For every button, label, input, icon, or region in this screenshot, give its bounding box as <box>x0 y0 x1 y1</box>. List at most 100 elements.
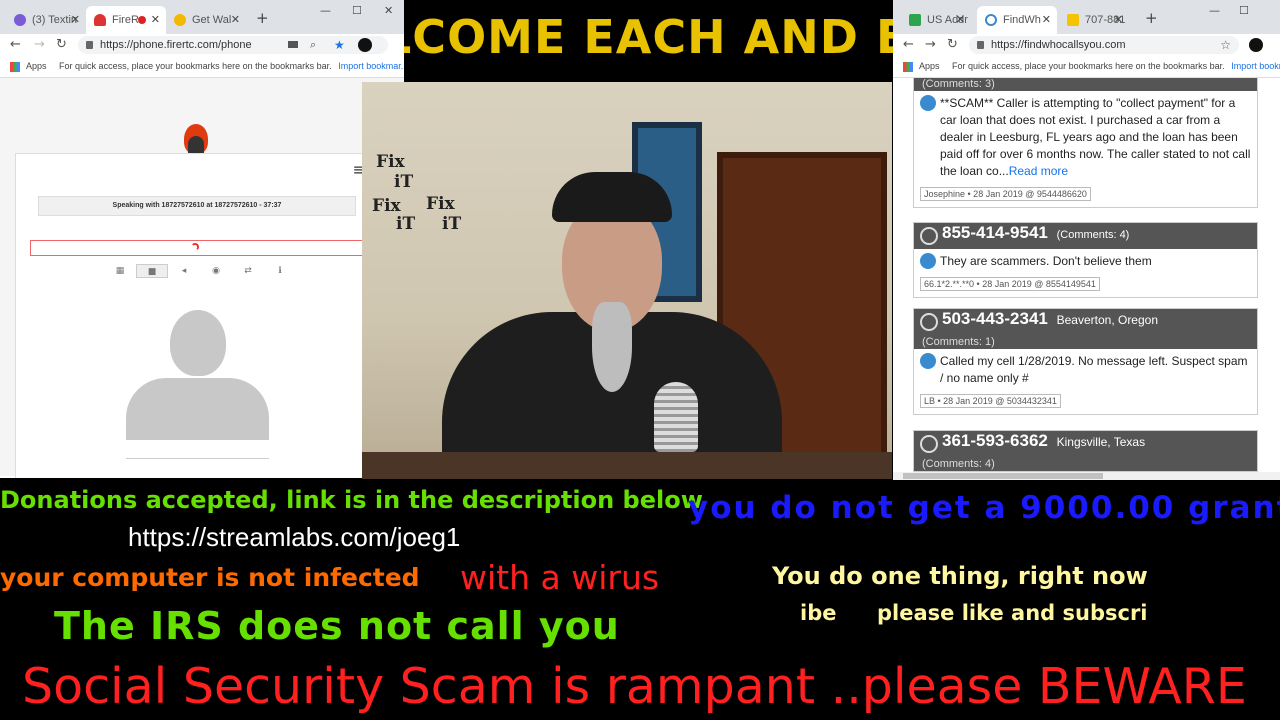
cap <box>552 172 672 222</box>
reload-icon[interactable]: ↻ <box>947 37 958 52</box>
info-icon[interactable]: ℹ <box>264 264 296 278</box>
tab-us-address[interactable]: US Addr ✕ <box>901 6 971 34</box>
donation-link[interactable]: https://streamlabs.com/joeg1 <box>128 522 460 553</box>
apps-label[interactable]: Apps <box>26 61 47 71</box>
beard <box>592 302 632 392</box>
import-bookmarks-link[interactable]: Import bookm... <box>1231 61 1280 71</box>
url-field[interactable]: https://phone.firertc.com/phone ⌕ ★ <box>78 36 388 54</box>
video-icon[interactable]: ■ <box>136 264 168 278</box>
comment-body: They are scammers. Don't believe them <box>914 249 1257 272</box>
record-icon[interactable]: ◉ <box>200 264 232 278</box>
close-tab-icon[interactable]: ✕ <box>1114 13 1123 26</box>
back-icon[interactable]: ← <box>10 37 21 52</box>
new-tab-button[interactable]: + <box>256 9 269 27</box>
firertc-page: ≡ Speaking with 18727572610 at 187275726… <box>0 78 404 478</box>
caller-header[interactable]: 361-593-6362 Kingsville, Texas <box>914 431 1257 457</box>
camera-icon[interactable] <box>288 41 298 48</box>
close-window-button[interactable]: ✕ <box>384 4 393 17</box>
call-controls: ▦ ■ ◂ ◉ ⇄ ℹ <box>104 264 296 278</box>
phone-icon <box>920 313 938 331</box>
caller-header[interactable]: 855-414-9541 (Comments: 4) <box>914 223 1257 249</box>
subscribe-text-b: please like and subscri <box>877 601 1148 625</box>
bookmarks-bar: Apps For quick access, place your bookma… <box>893 56 1280 78</box>
walmart-icon <box>174 14 186 26</box>
phone-lookup-icon <box>1067 14 1079 26</box>
contact-avatar <box>126 300 269 440</box>
zoom-icon[interactable]: ⌕ <box>310 36 316 54</box>
not-infected-text: your computer is not infected <box>0 563 420 592</box>
tab-textin[interactable]: (3) Textin ✕ <box>6 6 86 34</box>
horizontal-scrollbar[interactable] <box>893 472 1280 480</box>
caller-entry: 503-443-2341 Beaverton, Oregon (Comments… <box>913 308 1258 415</box>
findwho-page: (Comments: 3) **SCAM** Caller is attempt… <box>893 78 1280 480</box>
findwho-icon <box>985 14 997 26</box>
address-bar-row: ← → ↻ https://findwhocallsyou.com ☆ <box>893 34 1280 56</box>
tab-707[interactable]: 707-881 ✕ <box>1059 6 1129 34</box>
import-bookmarks-link[interactable]: Import bookmar... <box>338 61 404 71</box>
comments-count: (Comments: 3) <box>914 78 1257 91</box>
spinner-icon <box>191 243 199 251</box>
apps-label[interactable]: Apps <box>919 61 940 71</box>
comment-meta: LB • 28 Jan 2019 @ 5034432341 <box>920 394 1061 408</box>
read-more-link[interactable]: Read more <box>1009 164 1068 178</box>
caller-number[interactable]: 503-443-2341 <box>942 309 1048 328</box>
tab-findwho[interactable]: FindWh ✕ <box>977 6 1057 34</box>
profile-icon[interactable] <box>358 38 372 52</box>
comment-text: They are scammers. Don't believe them <box>940 254 1152 268</box>
caller-location: Beaverton, Oregon <box>1056 313 1159 327</box>
grant-text: you do not get a 9000.00 grant <box>688 490 1280 526</box>
caller-header[interactable]: 503-443-2341 Beaverton, Oregon <box>914 309 1257 335</box>
close-tab-icon[interactable]: ✕ <box>71 13 80 26</box>
caller-entry: 855-414-9541 (Comments: 4) They are scam… <box>913 222 1258 298</box>
tab-label: Get Wal <box>192 14 232 26</box>
maps-icon <box>909 14 921 26</box>
url-field[interactable]: https://findwhocallsyou.com ☆ <box>969 36 1239 54</box>
close-tab-icon[interactable]: ✕ <box>151 13 160 26</box>
close-tab-icon[interactable]: ✕ <box>1042 13 1051 26</box>
minimize-button[interactable]: — <box>1209 4 1220 17</box>
star-icon[interactable]: ☆ <box>1220 36 1231 54</box>
tab-bar: US Addr ✕ FindWh ✕ 707-881 ✕ + — ☐ <box>893 0 1280 34</box>
caller-number[interactable]: 361-593-6362 <box>942 431 1048 450</box>
apps-icon[interactable] <box>10 61 20 72</box>
forward-icon[interactable]: → <box>925 37 936 52</box>
profile-icon[interactable] <box>1249 38 1263 52</box>
phone-card: ≡ Speaking with 18727572610 at 187275726… <box>15 153 366 478</box>
subscribe-text-a: ibe <box>800 601 837 625</box>
ssn-text: Social Security Scam is rampant ..please… <box>22 658 1247 715</box>
tab-firertc[interactable]: FireR ✕ <box>86 6 166 34</box>
keypad-icon[interactable]: ▦ <box>104 264 136 278</box>
call-status: Speaking with 18727572610 at 18727572610… <box>38 196 356 216</box>
back-icon[interactable]: ← <box>903 37 914 52</box>
star-icon[interactable]: ★ <box>334 36 345 54</box>
tab-walmart[interactable]: Get Wal ✕ <box>166 6 246 34</box>
address-bar-row: ← → ↻ https://phone.firertc.com/phone ⌕ … <box>0 34 404 56</box>
new-tab-button[interactable]: + <box>1145 9 1158 27</box>
caller-number[interactable]: 855-414-9541 <box>942 223 1048 242</box>
close-tab-icon[interactable]: ✕ <box>956 13 965 26</box>
transfer-icon[interactable]: ⇄ <box>232 264 264 278</box>
comment-body: Called my cell 1/28/2019. No message lef… <box>914 349 1257 389</box>
forward-icon[interactable]: → <box>34 37 45 52</box>
comments-count: (Comments: 1) <box>914 335 1257 349</box>
maximize-button[interactable]: ☐ <box>1239 4 1249 17</box>
caller-location: Kingsville, Texas <box>1056 435 1146 449</box>
person <box>442 162 782 479</box>
speaker-icon[interactable]: ◂ <box>168 264 200 278</box>
user-icon <box>920 253 936 269</box>
close-tab-icon[interactable]: ✕ <box>231 13 240 26</box>
minimize-button[interactable]: — <box>320 4 331 17</box>
url-text: https://phone.firertc.com/phone <box>100 39 252 51</box>
firertc-icon <box>94 14 106 26</box>
apps-icon[interactable] <box>903 61 913 72</box>
phone-icon <box>920 227 938 245</box>
banner-text: LCOME EACH AND EVE <box>404 10 894 64</box>
irs-text: The IRS does not call you <box>54 604 620 648</box>
desk <box>362 452 892 479</box>
bookmarks-bar: Apps For quick access, place your bookma… <box>0 56 404 78</box>
tab-label: FindWh <box>1003 14 1041 26</box>
maximize-button[interactable]: ☐ <box>352 4 362 17</box>
user-icon <box>920 95 936 111</box>
reload-icon[interactable]: ↻ <box>56 37 67 52</box>
left-browser-window: (3) Textin ✕ FireR ✕ Get Wal ✕ + — ☐ ✕ ←… <box>0 0 404 478</box>
